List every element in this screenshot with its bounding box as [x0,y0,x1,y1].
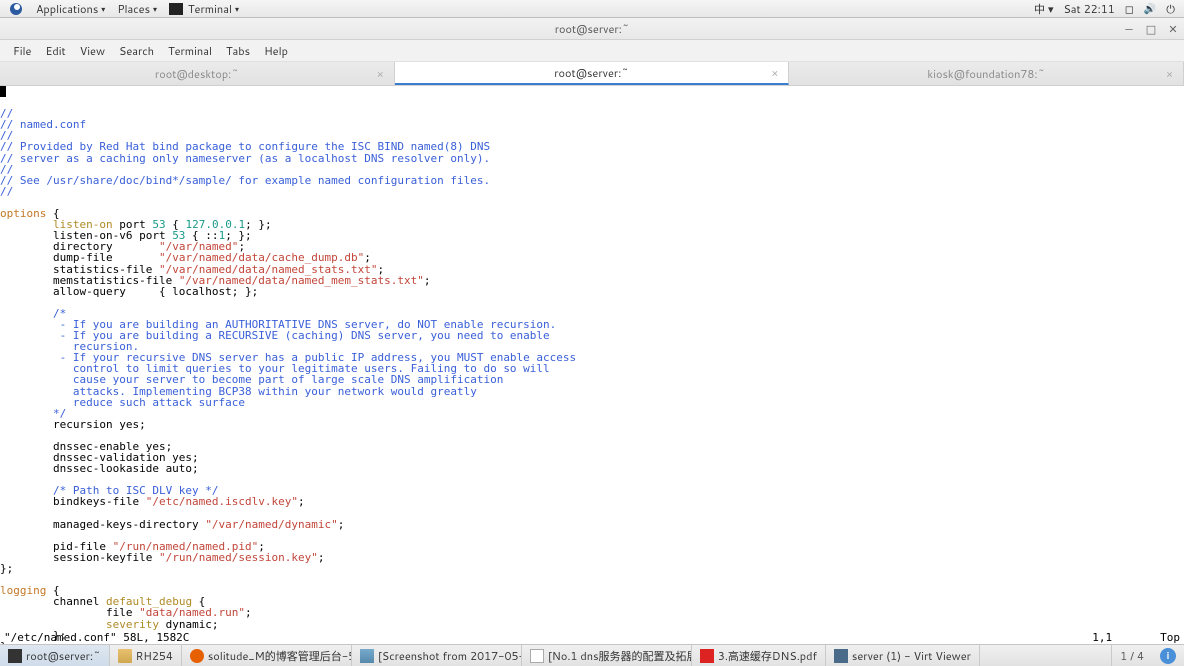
clock[interactable]: Sat 22:11 [1058,1,1119,17]
taskbar-button[interactable]: [No.1 dns服务器的配置及拓展] [522,645,692,666]
menu-tabs[interactable]: Tabs [219,43,257,59]
vim-cursor-pos: 1,1 [1092,632,1112,644]
tab-close-icon[interactable]: × [1166,66,1173,82]
code-string: "/var/named/dynamic" [205,518,337,531]
terminal-viewport[interactable]: // // named.conf // // Provided by Red H… [0,86,1184,644]
close-button[interactable]: ✕ [1166,21,1180,37]
terminal-tab[interactable]: root@server:~ × [395,62,790,85]
code-comment: // server as a caching only nameserver (… [0,152,490,165]
taskbar-label: RH254 [136,648,173,664]
workspace-indicator[interactable]: 1 / 4 [1112,648,1152,664]
tab-close-icon[interactable]: × [377,66,384,82]
maximize-button[interactable]: □ [1144,21,1158,37]
window-title: root@server:~ [555,21,630,37]
folder-icon [118,649,132,663]
document-icon [530,649,544,663]
menu-file[interactable]: File [6,43,38,59]
taskbar-button[interactable]: [Screenshot from 2017-05-06 ... [352,645,522,666]
taskbar-label: [No.1 dns服务器的配置及拓展] [548,648,692,664]
a11y-icon[interactable]: ◻ [1120,1,1139,17]
bottom-taskbar: root@server:~ RH254 solitude_M的博客管理后台-51… [0,644,1184,666]
code-comment: // See /usr/share/doc/bind*/sample/ for … [0,174,490,187]
menu-edit[interactable]: Edit [38,43,72,59]
terminal-icon [8,649,22,663]
window-titlebar: root@server:~ — □ ✕ [0,18,1184,40]
menu-terminal[interactable]: Terminal [161,43,219,59]
vim-statusline: "/etc/named.conf" 58L, 1582C 1,1 Top [0,632,1184,644]
focused-app-menu[interactable]: Terminal▾ [163,0,245,18]
activities-logo[interactable] [4,0,30,18]
notification-icon[interactable]: i [1152,648,1184,664]
terminal-tab[interactable]: kiosk@foundation78:~ × [789,62,1184,85]
tab-label: root@server:~ [554,65,629,81]
taskbar-label: [Screenshot from 2017-05-06 ... [378,648,522,664]
gnome-top-bar: Applications▾ Places▾ Terminal▾ 中▾ Sat 2… [0,0,1184,18]
terminal-menubar: File Edit View Search Terminal Tabs Help [0,40,1184,62]
taskbar-button[interactable]: server (1) - Virt Viewer [826,645,980,666]
taskbar-label: 3.高速缓存DNS.pdf [718,648,817,664]
terminal-tab[interactable]: root@desktop:~ × [0,62,395,85]
virt-viewer-icon [834,649,848,663]
taskbar-label: root@server:~ [26,648,101,664]
menu-view[interactable]: View [73,43,112,59]
places-menu[interactable]: Places▾ [111,0,163,18]
text-cursor [0,86,6,97]
vim-filename: "/etc/named.conf" 58L, 1582C [4,632,189,644]
minimize-button[interactable]: — [1122,21,1136,37]
code-comment: // [0,185,13,198]
menu-search[interactable]: Search [112,43,161,59]
taskbar-label: server (1) - Virt Viewer [852,648,971,664]
taskbar-button[interactable]: 3.高速缓存DNS.pdf [692,645,826,666]
terminal-icon [169,3,183,15]
taskbar-button[interactable]: root@server:~ [0,645,110,666]
vim-scroll-pos: Top [1160,632,1180,644]
pdf-icon [700,649,714,663]
power-icon[interactable]: ⏻ [1161,1,1180,17]
tab-label: root@desktop:~ [155,66,239,82]
firefox-icon [190,649,204,663]
tab-label: kiosk@foundation78:~ [927,66,1045,82]
terminal-tabstrip: root@desktop:~ × root@server:~ × kiosk@f… [0,62,1184,86]
taskbar-label: solitude_M的博客管理后台-51CT... [208,648,352,664]
tab-close-icon[interactable]: × [771,65,778,81]
menu-help[interactable]: Help [257,43,295,59]
code-string: "/etc/named.iscdlv.key" [146,495,298,508]
image-icon [360,649,374,663]
code-string: "/run/named/session.key" [159,551,318,564]
taskbar-button[interactable]: solitude_M的博客管理后台-51CT... [182,645,352,666]
taskbar-button[interactable]: RH254 [110,645,182,666]
volume-icon[interactable]: 🔊 [1139,2,1161,16]
distro-icon [10,3,22,15]
ime-indicator[interactable]: 中▾ [1029,1,1059,17]
applications-menu[interactable]: Applications▾ [30,0,111,18]
